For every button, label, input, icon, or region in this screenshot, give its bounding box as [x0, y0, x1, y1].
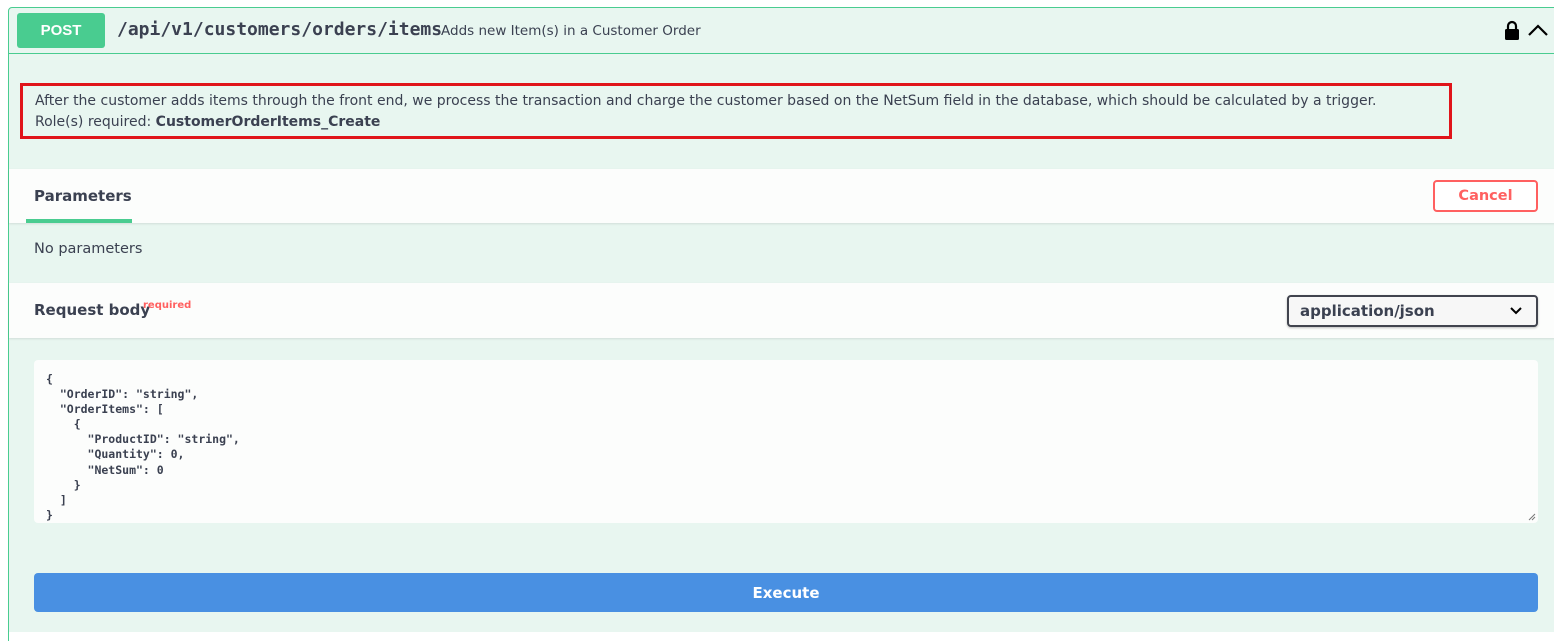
request-body-title: Request body — [34, 301, 151, 319]
request-body-header: Request body required application/json — [9, 283, 1554, 338]
resize-grip-icon[interactable] — [1526, 511, 1536, 521]
role-requirement: Role(s) required: CustomerOrderItems_Cre… — [35, 112, 1437, 133]
request-body-json[interactable]: { "OrderID": "string", "OrderItems": [ {… — [46, 372, 1526, 523]
parameters-header: Parameters Cancel — [9, 169, 1554, 223]
execute-button[interactable]: Execute — [34, 573, 1538, 612]
endpoint-path: /api/v1/customers/orders/items — [117, 19, 443, 40]
operation-block: POST /api/v1/customers/orders/items Adds… — [8, 7, 1554, 641]
chevron-up-icon[interactable] — [1527, 22, 1549, 38]
operation-summary[interactable]: POST /api/v1/customers/orders/items Adds… — [9, 8, 1554, 54]
no-parameters-text: No parameters — [34, 241, 143, 257]
operation-summary-text: Adds new Item(s) in a Customer Order — [441, 23, 701, 39]
role-name: CustomerOrderItems_Create — [155, 114, 381, 130]
request-body-editor[interactable]: { "OrderID": "string", "OrderItems": [ {… — [34, 360, 1538, 523]
content-type-value: application/json — [1300, 302, 1435, 320]
operation-description: After the customer adds items through th… — [20, 83, 1452, 139]
required-badge: required — [143, 300, 192, 311]
method-badge: POST — [17, 13, 105, 48]
content-type-select[interactable]: application/json — [1287, 295, 1538, 327]
cancel-button[interactable]: Cancel — [1433, 180, 1538, 212]
role-label: Role(s) required: — [35, 114, 152, 130]
tab-parameters[interactable]: Parameters — [26, 169, 132, 223]
lock-icon[interactable] — [1504, 20, 1520, 40]
bottom-divider — [9, 632, 1554, 641]
description-text: After the customer adds items through th… — [35, 93, 1377, 109]
chevron-down-icon — [1510, 307, 1522, 315]
